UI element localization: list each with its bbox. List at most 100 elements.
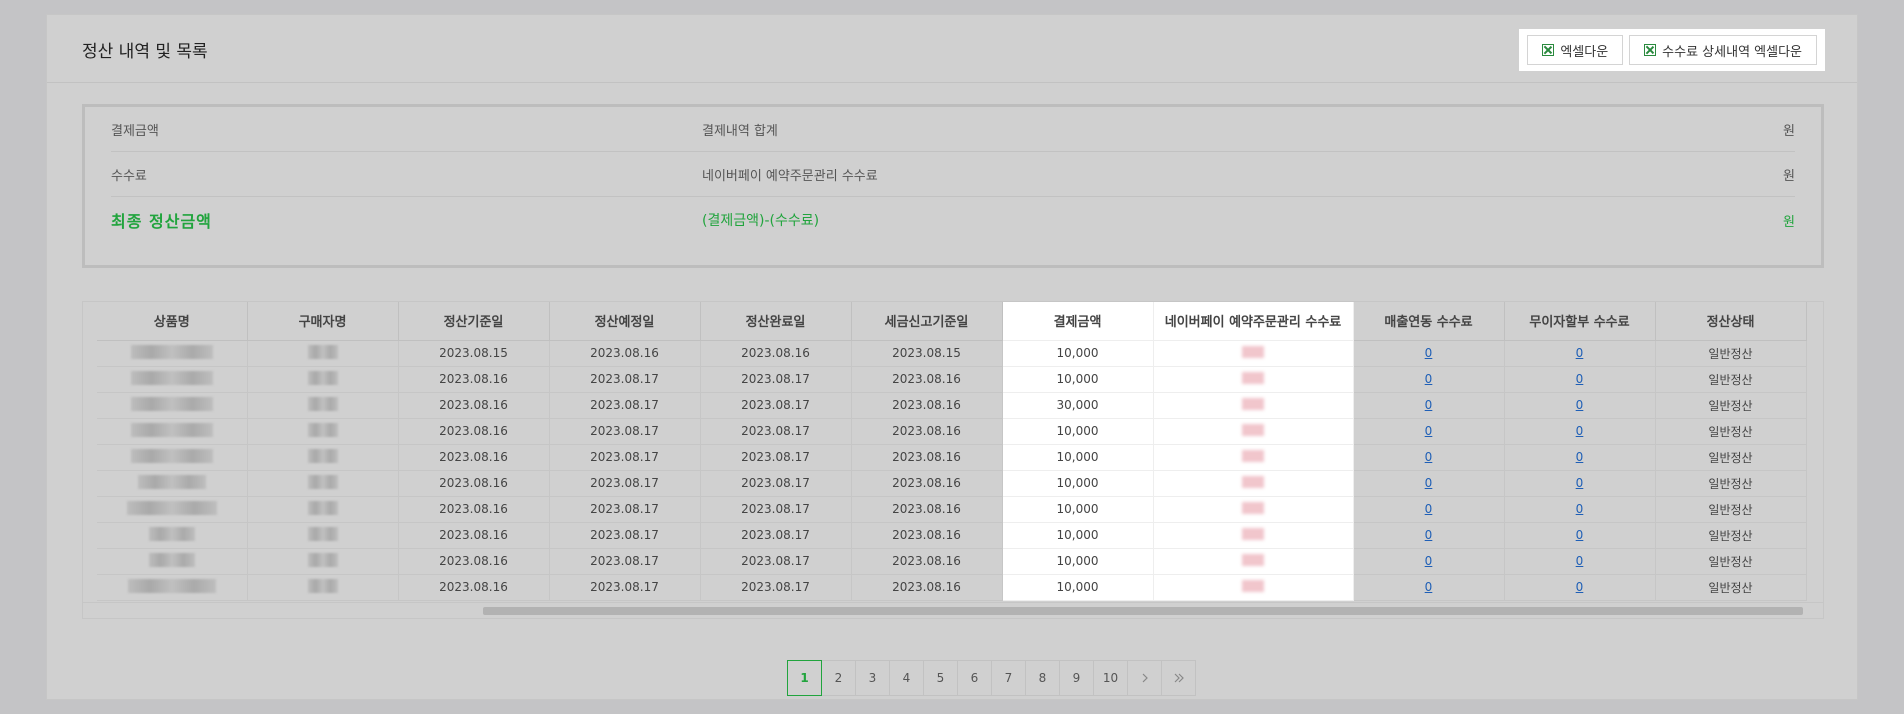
settle-done-cell: 2023.08.17 xyxy=(700,418,852,445)
page-button-7[interactable]: 7 xyxy=(991,660,1026,696)
sales-fee-cell: 0 xyxy=(1353,548,1505,575)
sales-fee-link[interactable]: 0 xyxy=(1425,554,1433,568)
tax-base-cell: 2023.08.16 xyxy=(851,444,1003,471)
redacted-fee-value xyxy=(1242,345,1264,358)
installment-fee-link[interactable]: 0 xyxy=(1576,372,1584,386)
redacted-product-name xyxy=(148,526,195,541)
naverpay-fee-cell xyxy=(1153,444,1354,471)
installment-fee-link[interactable]: 0 xyxy=(1576,528,1584,542)
installment-fee-link[interactable]: 0 xyxy=(1576,580,1584,594)
page-button-1[interactable]: 1 xyxy=(787,660,822,696)
naverpay-fee-cell xyxy=(1153,548,1354,575)
sales-fee-cell: 0 xyxy=(1353,574,1505,601)
buyer-name-cell xyxy=(247,496,399,523)
buyer-name-cell xyxy=(247,522,399,549)
redacted-buyer-name xyxy=(307,474,338,489)
settle-expected-cell: 2023.08.17 xyxy=(549,366,701,393)
redacted-buyer-name xyxy=(307,526,338,541)
amount-cell: 10,000 xyxy=(1002,522,1154,549)
sales-fee-link[interactable]: 0 xyxy=(1425,502,1433,516)
sales-fee-link[interactable]: 0 xyxy=(1425,580,1433,594)
sales-fee-cell: 0 xyxy=(1353,366,1505,393)
summary-label: 결제금액 xyxy=(111,123,159,139)
redacted-fee-value xyxy=(1242,553,1264,566)
summary-desc-final: (결제금액)-(수수료) xyxy=(702,213,820,229)
col-header-tax-base[interactable]: 세금신고기준일 xyxy=(851,302,1003,341)
sales-fee-link[interactable]: 0 xyxy=(1425,476,1433,490)
excel-download-button[interactable]: 엑셀다운 xyxy=(1527,35,1624,65)
summary-row-fee: 수수료 네이버페이 예약주문관리 수수료 원 xyxy=(111,152,1795,197)
settle-base-cell: 2023.08.16 xyxy=(398,366,550,393)
sales-fee-link[interactable]: 0 xyxy=(1425,450,1433,464)
col-header-installment-fee[interactable]: 무이자할부 수수료 xyxy=(1504,302,1656,341)
installment-fee-link[interactable]: 0 xyxy=(1576,346,1584,360)
sales-fee-cell: 0 xyxy=(1353,392,1505,419)
col-header-settle-expected[interactable]: 정산예정일 xyxy=(549,302,701,341)
sales-fee-link[interactable]: 0 xyxy=(1425,372,1433,386)
table-row: 2023.08.16 2023.08.17 2023.08.17 2023.08.16… xyxy=(97,366,1807,393)
redacted-fee-value xyxy=(1242,579,1264,592)
settle-expected-cell: 2023.08.17 xyxy=(549,496,701,523)
installment-fee-cell: 0 xyxy=(1504,574,1656,601)
tax-base-cell: 2023.08.15 xyxy=(851,340,1003,367)
buyer-name-cell xyxy=(247,340,399,367)
next-page-button[interactable] xyxy=(1127,660,1162,696)
page-button-5[interactable]: 5 xyxy=(923,660,958,696)
sales-fee-cell: 0 xyxy=(1353,522,1505,549)
installment-fee-link[interactable]: 0 xyxy=(1576,450,1584,464)
page-button-6[interactable]: 6 xyxy=(957,660,992,696)
sales-fee-link[interactable]: 0 xyxy=(1425,346,1433,360)
settle-base-cell: 2023.08.16 xyxy=(398,392,550,419)
settle-expected-cell: 2023.08.17 xyxy=(549,548,701,575)
double-chevron-right-icon xyxy=(1174,673,1184,683)
fee-detail-excel-download-button[interactable]: 수수료 상세내역 엑셀다운 xyxy=(1629,35,1817,65)
excel-download-label: 엑셀다운 xyxy=(1560,44,1609,60)
page-button-9[interactable]: 9 xyxy=(1059,660,1094,696)
redacted-product-name xyxy=(148,552,195,567)
installment-fee-link[interactable]: 0 xyxy=(1576,424,1584,438)
status-cell: 일반정산 xyxy=(1655,470,1807,497)
page-button-2[interactable]: 2 xyxy=(821,660,856,696)
page-button-3[interactable]: 3 xyxy=(855,660,890,696)
tax-base-cell: 2023.08.16 xyxy=(851,574,1003,601)
redacted-fee-value xyxy=(1242,397,1264,410)
sales-fee-link[interactable]: 0 xyxy=(1425,424,1433,438)
pagination: 1 2 3 4 5 6 7 8 9 10 xyxy=(787,660,1196,696)
sales-fee-cell: 0 xyxy=(1353,418,1505,445)
table-row: 2023.08.16 2023.08.17 2023.08.17 2023.08.16… xyxy=(97,444,1807,471)
installment-fee-link[interactable]: 0 xyxy=(1576,554,1584,568)
col-header-sales-fee[interactable]: 매출연동 수수료 xyxy=(1353,302,1505,341)
installment-fee-link[interactable]: 0 xyxy=(1576,476,1584,490)
redacted-buyer-name xyxy=(307,578,338,593)
scrollbar-thumb[interactable] xyxy=(483,607,1803,615)
redacted-product-name xyxy=(127,578,216,593)
sales-fee-link[interactable]: 0 xyxy=(1425,398,1433,412)
product-name-cell xyxy=(97,444,248,471)
summary-unit: 원 xyxy=(1783,168,1795,184)
col-header-status[interactable]: 정산상태 xyxy=(1655,302,1807,341)
status-cell: 일반정산 xyxy=(1655,574,1807,601)
col-header-amount[interactable]: 결제금액 xyxy=(1002,302,1154,341)
installment-fee-link[interactable]: 0 xyxy=(1576,398,1584,412)
last-page-button[interactable] xyxy=(1161,660,1196,696)
installment-fee-cell: 0 xyxy=(1504,392,1656,419)
col-header-settle-base[interactable]: 정산기준일 xyxy=(398,302,550,341)
sales-fee-link[interactable]: 0 xyxy=(1425,528,1433,542)
tax-base-cell: 2023.08.16 xyxy=(851,366,1003,393)
col-header-settle-done[interactable]: 정산완료일 xyxy=(700,302,852,341)
buyer-name-cell xyxy=(247,444,399,471)
page-button-4[interactable]: 4 xyxy=(889,660,924,696)
horizontal-scrollbar[interactable] xyxy=(83,602,1823,618)
naverpay-fee-cell xyxy=(1153,340,1354,367)
col-header-naverpay-fee[interactable]: 네이버페이 예약주문관리 수수료 xyxy=(1153,302,1354,341)
installment-fee-link[interactable]: 0 xyxy=(1576,502,1584,516)
download-button-group: 엑셀다운 수수료 상세내역 엑셀다운 xyxy=(1519,29,1825,71)
naverpay-fee-cell xyxy=(1153,366,1354,393)
page-button-8[interactable]: 8 xyxy=(1025,660,1060,696)
naverpay-fee-cell xyxy=(1153,522,1354,549)
buyer-name-cell xyxy=(247,366,399,393)
buyer-name-cell xyxy=(247,418,399,445)
col-header-buyer[interactable]: 구매자명 xyxy=(247,302,399,341)
col-header-product[interactable]: 상품명 xyxy=(97,302,248,341)
page-button-10[interactable]: 10 xyxy=(1093,660,1128,696)
